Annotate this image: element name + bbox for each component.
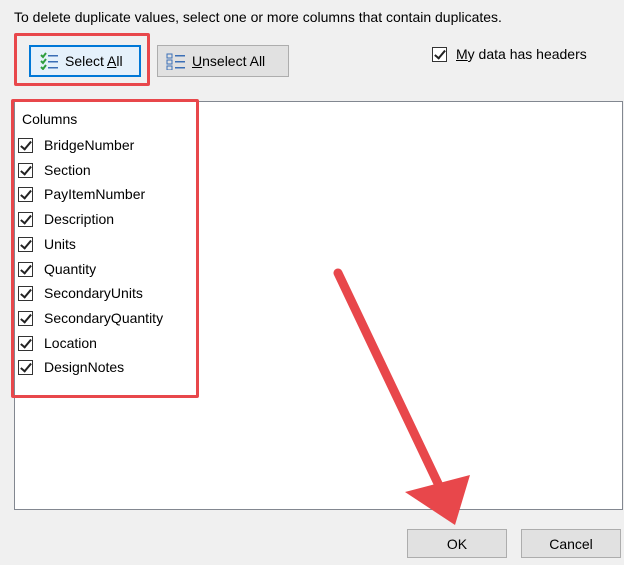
annotation-arrow-icon xyxy=(333,268,470,525)
remove-duplicates-dialog: { "instruction": "To delete duplicate va… xyxy=(0,0,624,565)
cancel-button[interactable]: Cancel xyxy=(521,529,621,558)
ok-button[interactable]: OK xyxy=(407,529,507,558)
